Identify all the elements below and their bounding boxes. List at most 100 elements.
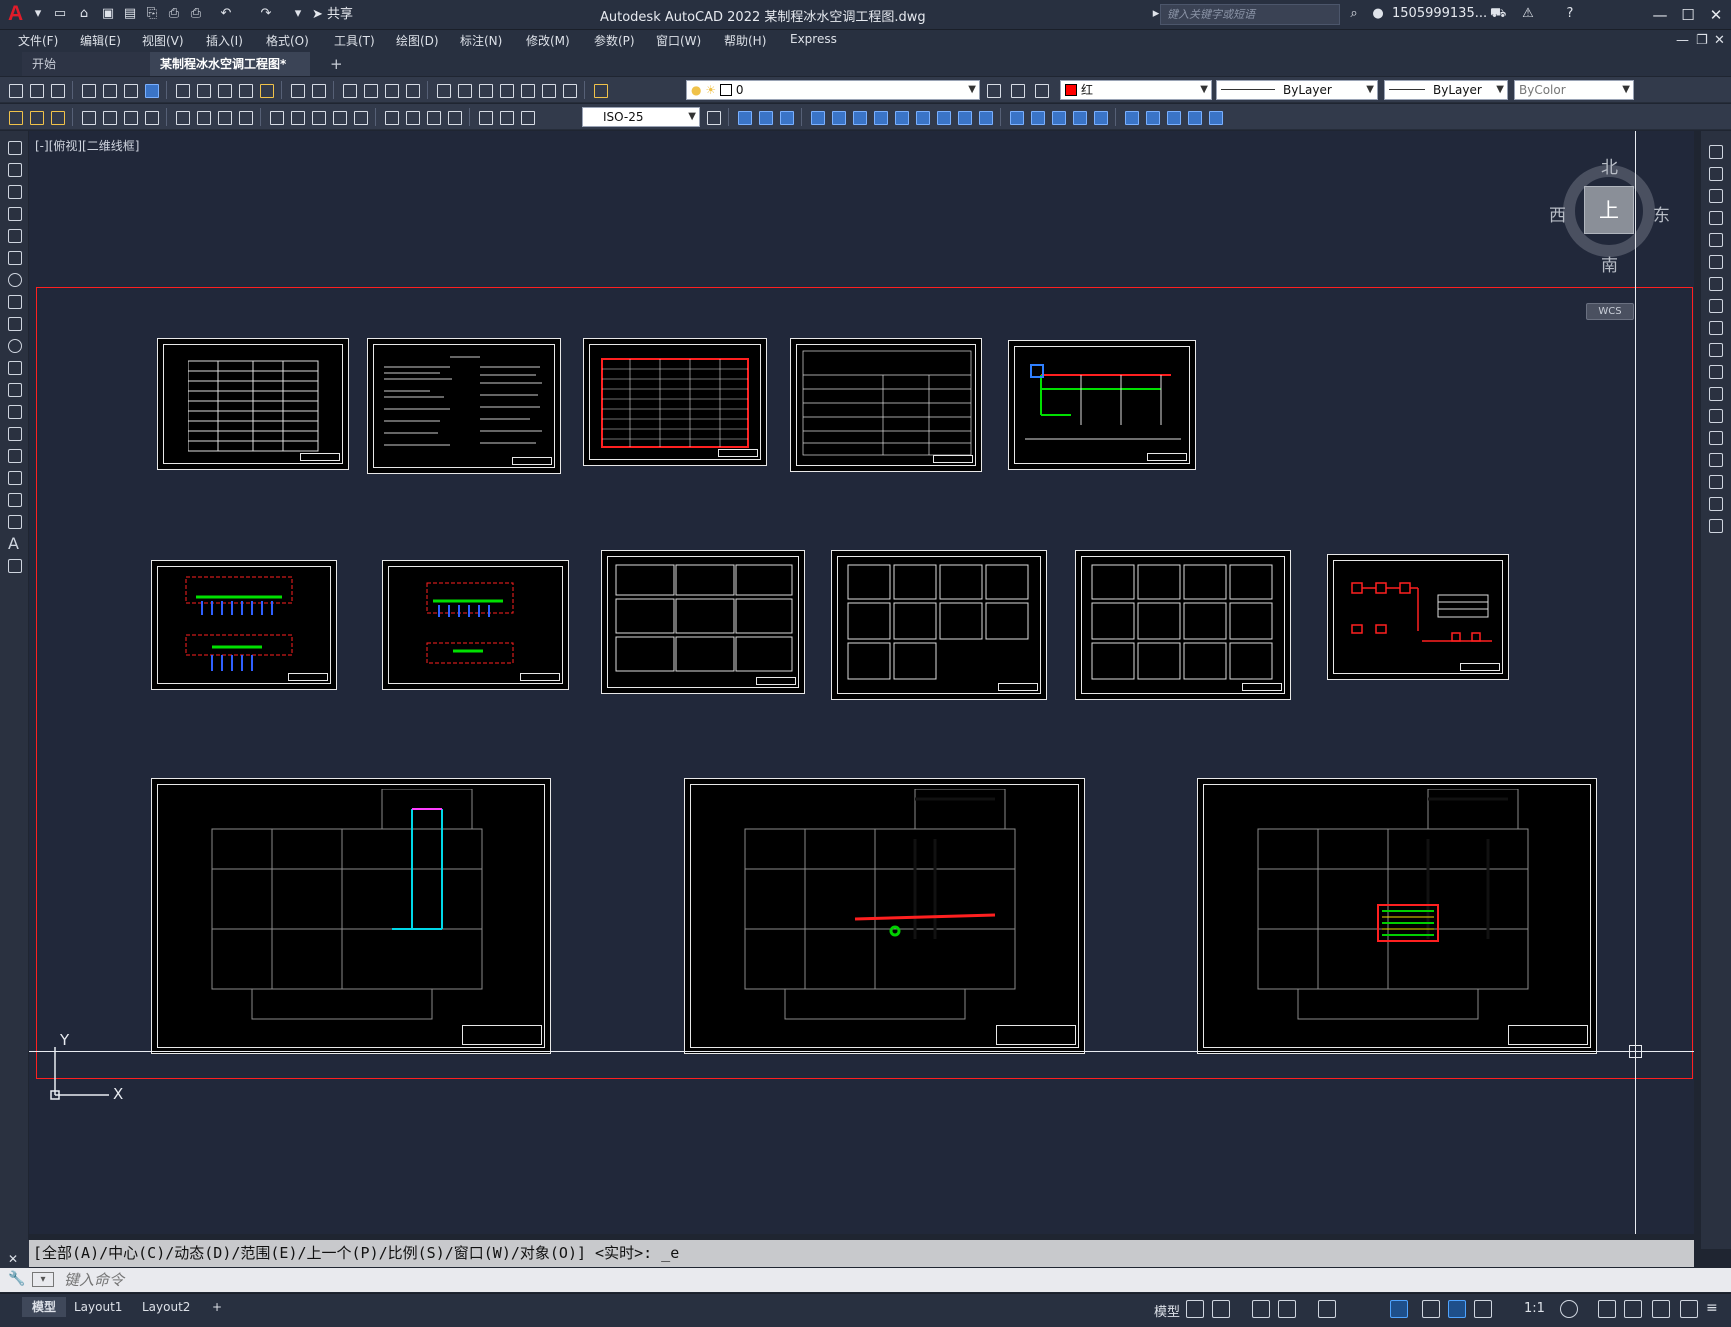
- menu-modify[interactable]: 修改(M): [526, 32, 570, 49]
- drawing-sheet-chiller-room-2[interactable]: [382, 560, 569, 690]
- drawing-sheet-floor-plan-3[interactable]: [1197, 778, 1597, 1054]
- lineweight-dropdown[interactable]: ByLayer ▼: [1384, 80, 1508, 100]
- hatch-icon[interactable]: [8, 449, 22, 463]
- offset-icon[interactable]: [1709, 211, 1723, 225]
- command-prompt-icon[interactable]: ▾: [32, 1272, 54, 1287]
- color-dropdown[interactable]: 红 ▼: [1060, 80, 1212, 100]
- dim-style-icon[interactable]: [704, 108, 722, 126]
- user-account[interactable]: 1505999135... ▾: [1392, 6, 1498, 21]
- add-layout-button[interactable]: +: [202, 1297, 232, 1317]
- jogged-linear-icon[interactable]: [445, 108, 463, 126]
- fillet-icon[interactable]: [1709, 475, 1723, 489]
- point-icon[interactable]: [8, 427, 22, 441]
- dim-continue-icon[interactable]: [309, 108, 327, 126]
- minimize-icon[interactable]: —: [1648, 4, 1672, 26]
- auto-scale-icon[interactable]: [1474, 1300, 1492, 1318]
- dim-baseline-icon[interactable]: [288, 108, 306, 126]
- break-icon[interactable]: [1709, 409, 1723, 423]
- user-icon[interactable]: ●: [1370, 6, 1386, 22]
- construction-line-icon[interactable]: [8, 163, 22, 177]
- tolerance-icon[interactable]: [382, 108, 400, 126]
- dim-angular-icon[interactable]: [236, 108, 254, 126]
- workspace-save-icon[interactable]: [48, 108, 66, 126]
- dim-jogged-icon[interactable]: [194, 108, 212, 126]
- open-file-icon[interactable]: ⌂: [76, 6, 92, 22]
- array-icon[interactable]: [892, 108, 910, 126]
- menu-help[interactable]: 帮助(H): [724, 32, 766, 49]
- app-menu-chevron-icon[interactable]: ▾: [30, 6, 46, 22]
- explode-icon[interactable]: [1709, 519, 1723, 533]
- extend-icon[interactable]: [1007, 108, 1025, 126]
- learning-icon[interactable]: ⚠: [1520, 6, 1536, 22]
- cart-icon[interactable]: ⛟: [1490, 6, 1506, 22]
- new-tab-button[interactable]: +: [320, 52, 353, 76]
- line-icon[interactable]: [8, 141, 22, 155]
- drawing-sheet-index[interactable]: [157, 338, 349, 470]
- paste-icon[interactable]: [215, 81, 233, 99]
- menu-edit[interactable]: 编辑(E): [80, 32, 121, 49]
- match-properties-icon[interactable]: [236, 81, 254, 99]
- drawing-sheet-pump-layout[interactable]: [1327, 554, 1509, 680]
- dim-diameter-icon[interactable]: [215, 108, 233, 126]
- send-to-back-icon[interactable]: [1185, 108, 1203, 126]
- gradient-icon[interactable]: [8, 471, 22, 485]
- layer-unisolate-icon[interactable]: [756, 108, 774, 126]
- dim-text-edit-icon[interactable]: [497, 108, 515, 126]
- text-to-front-icon[interactable]: [1206, 108, 1224, 126]
- extend-icon[interactable]: [1709, 365, 1723, 379]
- inspection-icon[interactable]: [424, 108, 442, 126]
- layer-properties-icon[interactable]: [591, 81, 609, 99]
- dimstyle-dropdown[interactable]: ISO-25 ▼: [582, 107, 700, 127]
- zoom-realtime-icon[interactable]: [361, 81, 379, 99]
- viewcube-top-face[interactable]: 上: [1584, 186, 1634, 234]
- wcs-menu-button[interactable]: WCS: [1586, 303, 1634, 320]
- compass-west[interactable]: 西: [1549, 201, 1566, 226]
- menu-express[interactable]: Express: [790, 32, 837, 46]
- spline-icon[interactable]: [8, 317, 22, 331]
- autocad-logo-icon[interactable]: A: [8, 3, 30, 25]
- redo-icon[interactable]: ↷: [258, 6, 274, 22]
- model-space-toggle[interactable]: 模型: [1154, 1301, 1180, 1320]
- doc-minimize-icon[interactable]: —: [1676, 33, 1689, 48]
- search-icon[interactable]: ⌕: [1346, 6, 1362, 22]
- menu-draw[interactable]: 绘图(D): [396, 32, 439, 49]
- dim-update-icon[interactable]: [518, 108, 536, 126]
- break-at-point-icon[interactable]: [1709, 387, 1723, 401]
- workspace-settings-icon[interactable]: [27, 108, 45, 126]
- dim-edit-icon[interactable]: [476, 108, 494, 126]
- plus-icon[interactable]: [1598, 1300, 1616, 1318]
- move-icon[interactable]: [1709, 255, 1723, 269]
- doc-close-icon[interactable]: ✕: [1714, 33, 1725, 48]
- drawing-sheet-system-schematic[interactable]: [1008, 340, 1196, 470]
- join-icon[interactable]: [1049, 108, 1067, 126]
- block-editor-icon[interactable]: [257, 81, 275, 99]
- plot-preview-icon[interactable]: [100, 81, 118, 99]
- stretch-icon[interactable]: [955, 108, 973, 126]
- center-mark-icon[interactable]: [403, 108, 421, 126]
- command-input[interactable]: [64, 1270, 1684, 1290]
- dim-space-icon[interactable]: [330, 108, 348, 126]
- viewport-controls[interactable]: [-][俯视][二维线框]: [35, 137, 139, 154]
- tool-palettes-icon[interactable]: [476, 81, 494, 99]
- drawing-sheet-material-list[interactable]: [790, 338, 982, 472]
- add-selected-icon[interactable]: [8, 559, 22, 573]
- workspace-icon[interactable]: [6, 108, 24, 126]
- save-as-icon[interactable]: ▤: [122, 6, 138, 22]
- chamfer-icon[interactable]: [1709, 453, 1723, 467]
- undo-icon[interactable]: ↶: [218, 6, 234, 22]
- lineweight-icon[interactable]: [1422, 1300, 1440, 1318]
- trim-icon[interactable]: [1709, 343, 1723, 357]
- drawing-sheet-details-1[interactable]: [601, 550, 805, 694]
- plotstyle-dropdown[interactable]: ByColor ▼: [1514, 80, 1634, 100]
- layer-isolate-icon[interactable]: [735, 108, 753, 126]
- ellipse-arc-icon[interactable]: [8, 361, 22, 375]
- array-icon[interactable]: [1709, 233, 1723, 247]
- help-icon[interactable]: ?: [1562, 6, 1578, 22]
- wrench-icon[interactable]: 🔧: [8, 1271, 25, 1287]
- model-space-canvas[interactable]: [-][俯视][二维线框] 上 北 南 东 西 WCS Y X: [29, 131, 1694, 1234]
- drawing-sheet-chiller-room-1[interactable]: [151, 560, 337, 690]
- make-current-layer-icon[interactable]: [984, 81, 1002, 99]
- save-icon[interactable]: [48, 81, 66, 99]
- layer-state-icon[interactable]: [1032, 81, 1050, 99]
- 3d-print-icon[interactable]: [142, 81, 160, 99]
